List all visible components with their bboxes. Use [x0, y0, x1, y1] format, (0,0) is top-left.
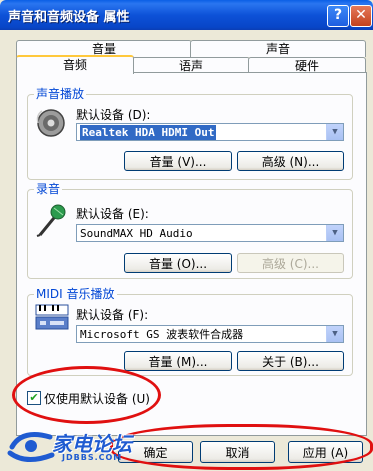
- chevron-down-icon[interactable]: ▼: [326, 225, 343, 241]
- playback-advanced-button[interactable]: 高级 (N)...: [237, 151, 344, 171]
- recording-device-value: SoundMAX HD Audio: [80, 227, 193, 240]
- midi-volume-button[interactable]: 音量 (M)...: [124, 351, 232, 371]
- tab-audio[interactable]: 音频: [16, 55, 134, 74]
- playback-title: 声音播放: [34, 87, 87, 101]
- annotation-circle-buttons: [110, 424, 373, 470]
- chevron-down-icon[interactable]: ▼: [326, 326, 343, 342]
- close-button[interactable]: ✕: [350, 5, 372, 27]
- midi-device-value: Microsoft GS 波表软件合成器: [80, 328, 244, 341]
- chevron-down-icon[interactable]: ▼: [326, 124, 343, 140]
- help-icon: ?: [333, 7, 343, 23]
- midi-default-label: 默认设备 (F):: [76, 308, 149, 322]
- midi-device-select[interactable]: Microsoft GS 波表软件合成器 ▼: [76, 325, 344, 343]
- keyboard-icon: [35, 304, 69, 330]
- microphone-icon: [36, 204, 66, 237]
- playback-default-label: 默认设备 (D):: [76, 108, 151, 122]
- playback-device-value: Realtek HDA HDMI Out: [80, 125, 217, 140]
- recording-volume-button[interactable]: 音量 (O)...: [124, 253, 232, 273]
- recording-title: 录音: [34, 182, 63, 196]
- playback-volume-button[interactable]: 音量 (V)...: [124, 151, 232, 171]
- annotation-circle-checkbox: [12, 366, 161, 424]
- playback-device-select[interactable]: Realtek HDA HDMI Out ▼: [76, 123, 344, 141]
- tab-sounds[interactable]: 声音: [190, 40, 366, 57]
- midi-title: MIDI 音乐播放: [34, 287, 117, 301]
- watermark-url: JDBBS.COM: [62, 453, 123, 462]
- close-icon: ✕: [355, 7, 367, 23]
- speaker-icon: [36, 109, 65, 137]
- title-bar[interactable]: 声音和音频设备 属性 ? ✕: [0, 0, 373, 30]
- recording-device-select[interactable]: SoundMAX HD Audio ▼: [76, 224, 344, 242]
- recording-default-label: 默认设备 (E):: [76, 207, 149, 221]
- midi-about-button[interactable]: 关于 (B)...: [237, 351, 344, 371]
- recording-advanced-button: 高级 (C)...: [237, 253, 344, 273]
- window-title: 声音和音频设备 属性: [8, 10, 130, 25]
- help-button[interactable]: ?: [327, 5, 349, 27]
